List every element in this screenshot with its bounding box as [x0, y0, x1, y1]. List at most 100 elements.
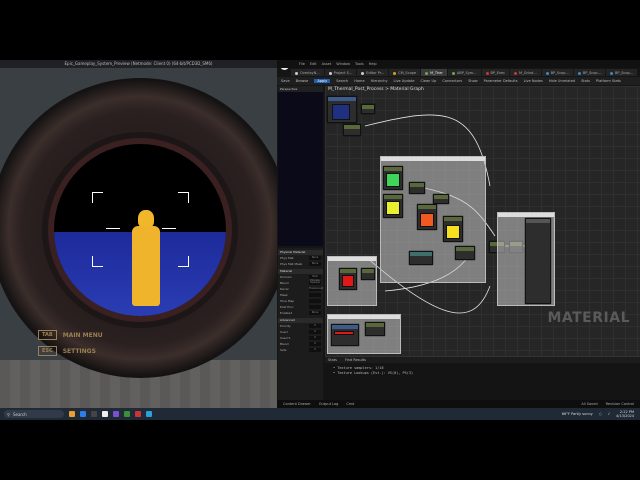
property-value-field[interactable]: Translucent [309, 287, 323, 291]
editor-tab[interactable]: M_Ther [421, 69, 447, 76]
graph-node[interactable] [327, 96, 357, 123]
all-saved-indicator[interactable]: All Saved [581, 402, 597, 406]
editor-tab[interactable]: Project S... [324, 69, 357, 76]
toolbar-stats-button[interactable]: Stats [581, 79, 590, 83]
graph-node[interactable] [383, 166, 403, 190]
graph-node[interactable] [433, 194, 449, 204]
toolbar-platform-stats-button[interactable]: Platform Stats [596, 79, 621, 83]
editor-tab[interactable]: OverlayN... [291, 69, 324, 76]
content-drawer-button[interactable]: Content Drawer [283, 402, 311, 406]
toolbar-show-button[interactable]: Show [468, 79, 477, 83]
property-value-field[interactable]: None [309, 256, 321, 260]
reticle-bracket-bl [92, 256, 103, 267]
toolbar-save-button[interactable]: Save [281, 79, 290, 83]
hud-menu: TAB MAIN MENU ESC SETTINGS [38, 330, 103, 362]
revision-control-button[interactable]: Revision Control [606, 402, 634, 406]
graph-node[interactable] [417, 204, 437, 230]
toolbar-live-update-button[interactable]: Live Update [394, 79, 415, 83]
graph-node[interactable] [443, 216, 463, 242]
search-placeholder: Search [12, 411, 27, 417]
asset-type-icon [328, 71, 332, 75]
editor-tab[interactable]: M_Grind... [510, 69, 541, 76]
toolbar-clean-up-button[interactable]: Clean Up [420, 79, 436, 83]
app-icon[interactable] [135, 411, 141, 417]
graph-node[interactable] [409, 251, 433, 265]
toolbar-hierarchy-button[interactable]: Hierarchy [371, 79, 388, 83]
toolbar-apply-button[interactable]: Apply [314, 79, 331, 83]
output-log-button[interactable]: Output Log [319, 402, 339, 406]
material-preview-viewport[interactable]: Perspective [278, 86, 323, 246]
tab-stats[interactable]: Stats [328, 357, 337, 363]
editor-tab[interactable]: BP_Exec [481, 69, 510, 76]
graph-node[interactable] [383, 194, 403, 218]
windows-taskbar: ⚲ Search 66°F Partly sunny ○ ♪ 2:22 PM 4… [0, 408, 640, 420]
toolbar-live-nodes-button[interactable]: Live Nodes [524, 79, 543, 83]
asset-type-icon [514, 71, 518, 75]
property-value-field[interactable]: 0 [309, 330, 321, 334]
graph-node[interactable] [343, 124, 361, 136]
color-swatch-red [342, 275, 354, 287]
menu-asset[interactable]: Asset [322, 62, 332, 66]
property-value-field[interactable]: 0 [309, 336, 321, 340]
store-icon[interactable] [91, 411, 97, 417]
editor-tab[interactable]: CM_Scope [389, 69, 421, 76]
asset-type-icon [361, 71, 365, 75]
property-value-field[interactable]: 0 [309, 348, 321, 352]
editor-tab-label: M_Grind... [519, 71, 537, 75]
hud-label: MAIN MENU [62, 331, 103, 339]
game-window[interactable]: Epic_Gameplay_System_Preview (Netmode: C… [0, 60, 277, 408]
material-output-node[interactable] [525, 218, 551, 304]
wifi-icon[interactable]: ○ [599, 412, 602, 416]
property-value-field[interactable]: 0 [309, 324, 321, 328]
toolbar-connectors-button[interactable]: Connectors [442, 79, 462, 83]
clock[interactable]: 2:22 PM 4/13/2024 [616, 410, 634, 419]
hud-row-main-menu: TAB MAIN MENU [38, 330, 103, 340]
unreal-app-icon[interactable] [102, 411, 108, 417]
graph-node[interactable] [361, 104, 375, 114]
toolbar-hide-unrelated-button[interactable]: Hide Unrelated [549, 79, 575, 83]
viewport-mode-label[interactable]: Perspective [278, 86, 323, 92]
app-icon[interactable] [146, 411, 152, 417]
tab-find-results[interactable]: Find Results [345, 357, 366, 363]
editor-tab[interactable]: BP_Scop... [605, 69, 638, 76]
editor-tab[interactable]: Editor Pr... [357, 69, 389, 76]
menu-file[interactable]: File [299, 62, 305, 66]
menu-help[interactable]: Help [369, 62, 377, 66]
graph-node[interactable] [361, 268, 375, 280]
editor-tab[interactable]: BP_Scop... [541, 69, 573, 76]
property-value-field[interactable] [309, 305, 321, 309]
property-value-field[interactable]: None [309, 311, 321, 315]
app-icon[interactable] [124, 411, 130, 417]
taskbar-search[interactable]: ⚲ Search [4, 410, 64, 418]
volume-icon[interactable]: ♪ [608, 412, 610, 416]
menu-edit[interactable]: Edit [310, 62, 317, 66]
material-graph[interactable]: M_Thermal_Post_Process > Material Graph [325, 86, 640, 356]
graph-node[interactable] [365, 322, 385, 336]
menu-window[interactable]: Window [336, 62, 350, 66]
graph-node[interactable] [409, 182, 425, 194]
file-explorer-icon[interactable] [69, 411, 75, 417]
toolbar-home-button[interactable]: Home [354, 79, 364, 83]
toolbar-search-button[interactable]: Search [336, 79, 348, 83]
property-value-field[interactable]: None [309, 262, 321, 266]
hud-key: ESC [38, 346, 57, 356]
weather-status[interactable]: 66°F Partly sunny [562, 412, 593, 416]
graph-node[interactable] [339, 268, 357, 290]
property-value-field[interactable] [309, 293, 321, 297]
editor-tab[interactable]: BP_Scop... [573, 69, 605, 76]
cmd-button[interactable]: Cmd [346, 402, 354, 406]
property-value-field[interactable]: 0 [309, 342, 321, 346]
property-value-field[interactable]: Post Process [309, 275, 321, 282]
property-value-field[interactable] [309, 299, 321, 303]
property-value-field[interactable]: Opaque [309, 281, 321, 285]
editor-tab-label: BP_Scop... [582, 71, 601, 75]
graph-node[interactable] [455, 246, 475, 260]
app-icon[interactable] [113, 411, 119, 417]
graph-node[interactable] [331, 324, 359, 346]
edge-icon[interactable] [80, 411, 86, 417]
menu-tools[interactable]: Tools [355, 62, 364, 66]
editor-tab[interactable]: ABP_Sym... [447, 69, 481, 76]
toolbar-browse-button[interactable]: Browse [296, 79, 309, 83]
reticle-bracket-tl [92, 192, 103, 203]
toolbar-parameter-defaults-button[interactable]: Parameter Defaults [484, 79, 518, 83]
